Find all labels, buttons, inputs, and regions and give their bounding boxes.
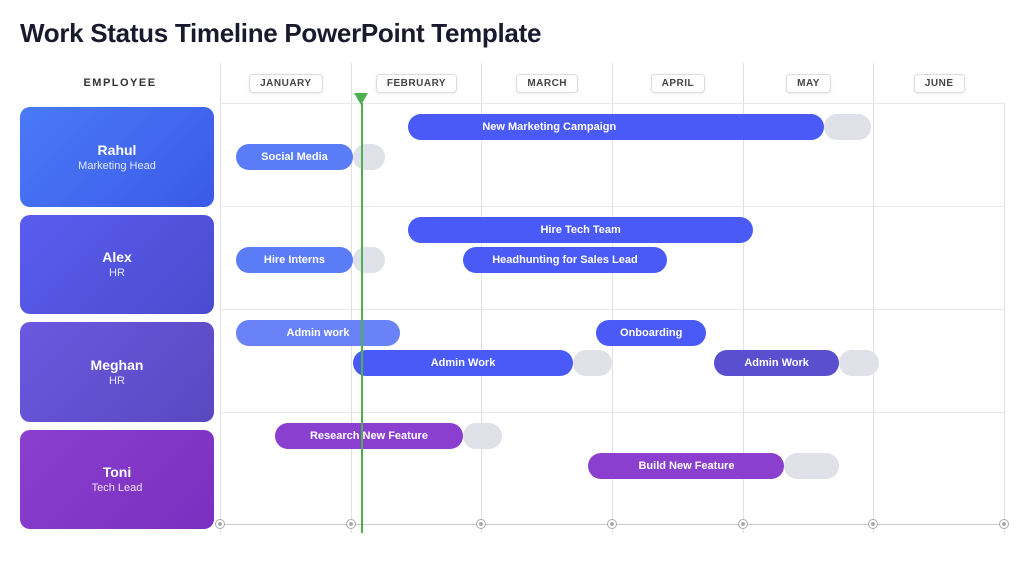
bar-tail-referral	[824, 114, 871, 140]
month-march-label: MARCH	[516, 74, 578, 93]
dot-1	[347, 520, 355, 528]
current-time-line	[361, 103, 363, 533]
bar-headhunting: Headhunting for Sales Lead	[463, 247, 667, 273]
time-triangle	[354, 93, 368, 105]
page: Work Status Timeline PowerPoint Template…	[0, 0, 1024, 576]
bar-onboarding: Onboarding	[596, 320, 706, 346]
employee-rahul: Rahul Marketing Head	[20, 107, 214, 207]
month-june: JUNE	[873, 63, 1004, 103]
bar-tail-admin-right	[839, 350, 878, 376]
employee-toni-role: Tech Lead	[92, 482, 143, 494]
dot-0	[216, 520, 224, 528]
dot-4	[739, 520, 747, 528]
month-april-label: APRIL	[651, 74, 706, 93]
month-february: FEBRUARY	[351, 63, 482, 103]
bar-build-new-feature: Build New Feature	[588, 453, 784, 479]
employee-toni: Toni Tech Lead	[20, 430, 214, 530]
dot-3	[608, 520, 616, 528]
employee-meghan-name: Meghan	[91, 357, 144, 373]
employee-rahul-name: Rahul	[98, 142, 137, 158]
bar-referral-program	[636, 114, 824, 140]
month-may: MAY	[743, 63, 874, 103]
dot-5	[869, 520, 877, 528]
gantt-row-toni: Research New Feature Build New Feature	[220, 412, 1004, 515]
month-january-label: JANUARY	[249, 74, 322, 93]
gantt-row-rahul: New Marketing Campaign Social Media	[220, 103, 1004, 206]
month-may-label: MAY	[786, 74, 831, 93]
month-march: MARCH	[481, 63, 612, 103]
months-header: JANUARY FEBRUARY MARCH APRIL MAY JUNE	[220, 63, 1004, 103]
bar-tail-interns	[353, 247, 384, 273]
bar-admin-work-right: Admin Work	[714, 350, 839, 376]
gantt-container: EMPLOYEE Rahul Marketing Head Alex HR Me…	[20, 63, 1004, 533]
chart-area: JANUARY FEBRUARY MARCH APRIL MAY JUNE	[220, 63, 1004, 533]
bar-tail-research	[463, 423, 502, 449]
dot-6	[1000, 520, 1008, 528]
employee-rahul-role: Marketing Head	[78, 160, 156, 172]
bar-hire-tech-team: Hire Tech Team	[408, 217, 753, 243]
gantt-row-meghan: Admin work Onboarding Admin Work Admin W…	[220, 309, 1004, 412]
bar-social-media: Social Media	[236, 144, 354, 170]
rows-area: New Marketing Campaign Social Media	[220, 103, 1004, 533]
bar-tail-admin-mid	[573, 350, 612, 376]
employee-alex-name: Alex	[102, 249, 132, 265]
bottom-dots-row	[220, 515, 1004, 533]
bar-research-new-feature: Research New Feature	[275, 423, 463, 449]
bar-tail-build	[784, 453, 839, 479]
employee-column: EMPLOYEE Rahul Marketing Head Alex HR Me…	[20, 63, 220, 533]
employee-alex-role: HR	[109, 267, 125, 279]
grid-line-6	[1004, 103, 1005, 533]
bar-admin-work-mid: Admin Work	[353, 350, 573, 376]
employee-toni-name: Toni	[103, 464, 132, 480]
employee-alex: Alex HR	[20, 215, 214, 315]
employee-header: EMPLOYEE	[20, 63, 220, 103]
month-january: JANUARY	[220, 63, 351, 103]
month-june-label: JUNE	[914, 74, 965, 93]
bar-tail-social	[353, 144, 384, 170]
employee-meghan: Meghan HR	[20, 322, 214, 422]
employee-meghan-role: HR	[109, 375, 125, 387]
month-february-label: FEBRUARY	[376, 74, 457, 93]
page-title: Work Status Timeline PowerPoint Template	[20, 18, 1004, 49]
month-april: APRIL	[612, 63, 743, 103]
dot-2	[477, 520, 485, 528]
bar-admin-work-top: Admin work	[236, 320, 401, 346]
bar-hire-interns: Hire Interns	[236, 247, 354, 273]
gantt-row-alex: Hire Tech Team Hire Interns Headhunting …	[220, 206, 1004, 309]
